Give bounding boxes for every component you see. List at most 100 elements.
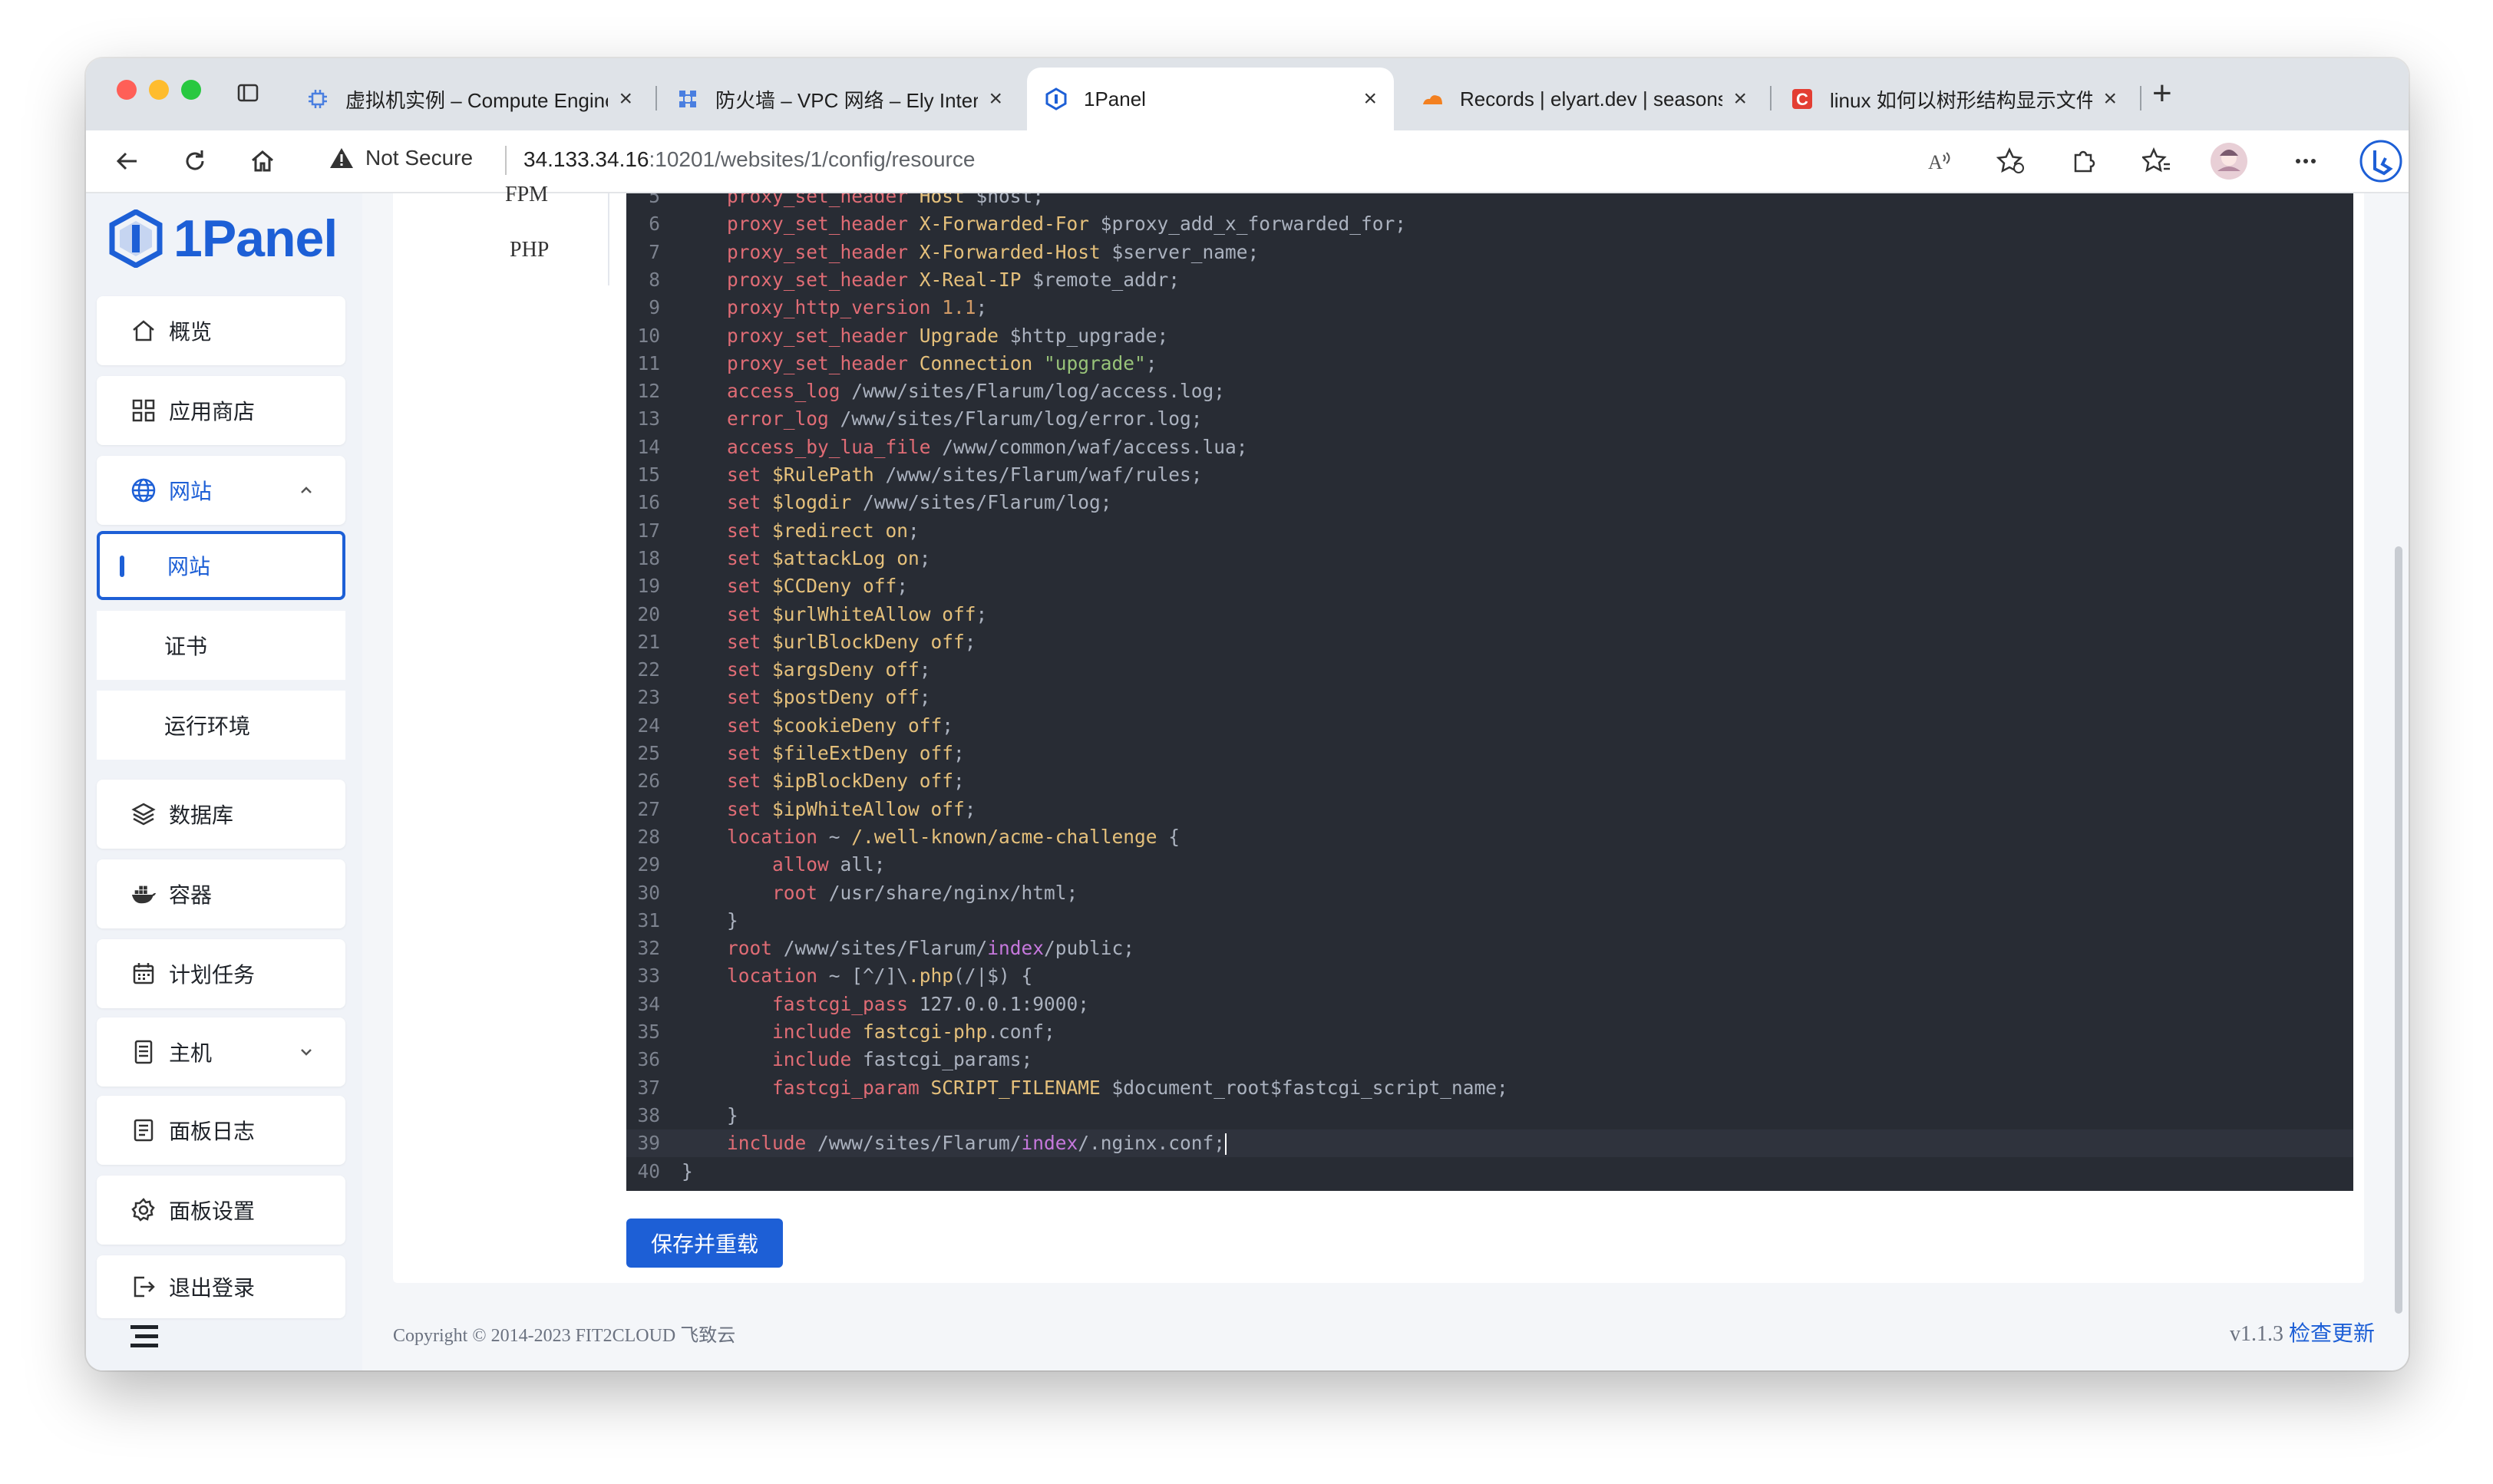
- home-icon[interactable]: [246, 144, 279, 178]
- copyright-text: Copyright © 2014-2023 FIT2CLOUD 飞致云: [393, 1326, 736, 1346]
- page-scrollbar[interactable]: [2395, 546, 2402, 1314]
- code-line[interactable]: 22 set $argsDeny off;: [626, 656, 2353, 684]
- line-number: 21: [637, 630, 660, 653]
- code-token: X-Forwarded-Host: [919, 240, 1112, 263]
- php-tab[interactable]: PHP: [510, 238, 549, 262]
- code-line[interactable]: 29 allow all;: [626, 851, 2353, 879]
- submenu-websites[interactable]: 网站: [97, 531, 345, 600]
- submenu-certificates[interactable]: 证书: [97, 611, 345, 680]
- tab-csdn-linux-tree[interactable]: C linux 如何以树形结构显示文件目 ×: [1773, 68, 2134, 130]
- code-line[interactable]: 34 fastcgi_pass 127.0.0.1:9000;: [626, 991, 2353, 1018]
- back-icon[interactable]: [111, 144, 144, 178]
- menu-websites[interactable]: 网站: [97, 456, 345, 525]
- save-and-reload-button[interactable]: 保存并重载: [626, 1219, 784, 1268]
- code-line[interactable]: 27 set $ipWhiteAllow off;: [626, 796, 2353, 823]
- close-window-button[interactable]: [117, 80, 137, 100]
- code-line[interactable]: 6 proxy_set_header X-Forwarded-For $prox…: [626, 210, 2353, 238]
- menu-overview[interactable]: 概览: [97, 296, 345, 365]
- code-line[interactable]: 23 set $postDeny off;: [626, 684, 2353, 711]
- line-number: 12: [637, 380, 660, 403]
- code-line[interactable]: 25 set $fileExtDeny off;: [626, 740, 2353, 767]
- code-token: ;: [919, 546, 931, 569]
- line-code: proxy_set_header X-Real-IP $remote_addr;: [682, 266, 1180, 294]
- code-line[interactable]: 38 }: [626, 1102, 2353, 1129]
- menu-panel-settings[interactable]: 面板设置: [97, 1176, 345, 1245]
- code-line[interactable]: 7 proxy_set_header X-Forwarded-Host $ser…: [626, 239, 2353, 266]
- read-aloud-icon[interactable]: A: [1923, 144, 1957, 178]
- tab-1panel[interactable]: 1Panel ×: [1027, 68, 1394, 130]
- close-tab-icon[interactable]: ×: [1363, 86, 1377, 112]
- code-line[interactable]: 39 include /www/sites/Flarum/index/.ngin…: [626, 1129, 2353, 1158]
- code-line[interactable]: 21 set $urlBlockDeny off;: [626, 628, 2353, 656]
- profile-avatar[interactable]: [2209, 141, 2249, 181]
- check-update-link[interactable]: 检查更新: [2289, 1321, 2375, 1345]
- code-line[interactable]: 12 access_log /www/sites/Flarum/log/acce…: [626, 378, 2353, 405]
- code-line[interactable]: 16 set $logdir /www/sites/Flarum/log;: [626, 489, 2353, 516]
- collapse-sidebar-icon[interactable]: [129, 1323, 160, 1350]
- code-line[interactable]: 26 set $ipBlockDeny off;: [626, 767, 2353, 795]
- url-field[interactable]: 34.133.34.16:10201/websites/1/config/res…: [523, 147, 975, 172]
- submenu-runtime[interactable]: 运行环境: [97, 691, 345, 760]
- tab-compute-engine[interactable]: 虚拟机实例 – Compute Engine – ×: [289, 68, 649, 130]
- code-line[interactable]: 14 access_by_lua_file /www/common/waf/ac…: [626, 434, 2353, 461]
- bing-copilot-icon[interactable]: [2359, 140, 2402, 183]
- tab-vpc-firewall[interactable]: 防火墙 – VPC 网络 – Ely Interna ×: [659, 68, 1019, 130]
- code-line[interactable]: 10 proxy_set_header Upgrade $http_upgrad…: [626, 322, 2353, 350]
- code-line[interactable]: 30 root /usr/share/nginx/html;: [626, 879, 2353, 907]
- code-line[interactable]: 24 set $cookieDeny off;: [626, 712, 2353, 740]
- tab-actions-icon[interactable]: [236, 81, 259, 104]
- code-token: allow: [682, 853, 840, 876]
- code-editor[interactable]: 5 proxy_set_header Host $host; 6 proxy_se…: [626, 193, 2353, 1191]
- add-favorite-icon[interactable]: [1994, 144, 2028, 178]
- code-token: $urlBlockDeny: [772, 630, 931, 653]
- code-line[interactable]: 37 fastcgi_param SCRIPT_FILENAME $docume…: [626, 1074, 2353, 1102]
- code-line[interactable]: 18 set $attackLog on;: [626, 545, 2353, 572]
- extensions-icon[interactable]: [2066, 144, 2100, 178]
- tab-cloudflare-records[interactable]: Records | elyart.dev | seasonsh ×: [1403, 68, 1764, 130]
- code-line[interactable]: 9 proxy_http_version 1.1;: [626, 294, 2353, 322]
- fpm-tab[interactable]: FPM: [505, 183, 548, 207]
- close-tab-icon[interactable]: ×: [1733, 86, 1747, 112]
- code-line[interactable]: 35 include fastcgi-php.conf;: [626, 1018, 2353, 1046]
- menu-label: 计划任务: [169, 963, 256, 987]
- minimize-window-button[interactable]: [149, 80, 169, 100]
- code-line[interactable]: 28 location ~ /.well-known/acme-challeng…: [626, 823, 2353, 851]
- menu-host[interactable]: 主机: [97, 1017, 345, 1087]
- maximize-window-button[interactable]: [181, 80, 201, 100]
- new-tab-icon[interactable]: +: [2152, 77, 2172, 110]
- close-tab-icon[interactable]: ×: [619, 86, 632, 112]
- menu-containers[interactable]: 容器: [97, 859, 345, 928]
- menu-logout[interactable]: 退出登录: [97, 1255, 345, 1318]
- code-line[interactable]: 32 root /www/sites/Flarum/index/public;: [626, 935, 2353, 962]
- code-line[interactable]: 40}: [626, 1158, 2353, 1186]
- menu-database[interactable]: 数据库: [97, 780, 345, 849]
- favorites-icon[interactable]: [2140, 144, 2174, 178]
- code-line[interactable]: 17 set $redirect on;: [626, 517, 2353, 545]
- code-token: set: [682, 770, 773, 793]
- more-menu-icon[interactable]: [2289, 144, 2323, 178]
- code-line[interactable]: 33 location ~ [^/]\.php(/|$) {: [626, 962, 2353, 990]
- code-line[interactable]: 19 set $CCDeny off;: [626, 572, 2353, 600]
- close-tab-icon[interactable]: ×: [989, 86, 1002, 112]
- window-controls: [117, 80, 201, 100]
- menu-cron-tasks[interactable]: 计划任务: [97, 939, 345, 1008]
- menu-panel-logs[interactable]: 面板日志: [97, 1096, 345, 1165]
- code-token: ;: [919, 686, 931, 709]
- code-line[interactable]: 8 proxy_set_header X-Real-IP $remote_add…: [626, 266, 2353, 294]
- close-tab-icon[interactable]: ×: [2103, 86, 2117, 112]
- code-line[interactable]: 11 proxy_set_header Connection "upgrade"…: [626, 350, 2353, 378]
- code-line[interactable]: 20 set $urlWhiteAllow off;: [626, 601, 2353, 628]
- code-line[interactable]: 36 include fastcgi_params;: [626, 1046, 2353, 1073]
- menu-app-store[interactable]: 应用商店: [97, 376, 345, 445]
- code-line[interactable]: 13 error_log /www/sites/Flarum/log/error…: [626, 405, 2353, 433]
- code-line[interactable]: 31 }: [626, 907, 2353, 935]
- code-line[interactable]: 15 set $RulePath /www/sites/Flarum/waf/r…: [626, 461, 2353, 489]
- line-code: set $attackLog on;: [682, 545, 931, 572]
- code-token: set: [682, 658, 773, 681]
- reload-icon[interactable]: [178, 144, 212, 178]
- code-token: proxy_set_header: [682, 193, 920, 207]
- code-line[interactable]: 5 proxy_set_header Host $host;: [626, 193, 2353, 210]
- line-code: location ~ [^/]\.php(/|$) {: [682, 962, 1032, 990]
- security-indicator[interactable]: Not Secure: [329, 146, 473, 170]
- app-logo[interactable]: 1Panel: [109, 209, 338, 269]
